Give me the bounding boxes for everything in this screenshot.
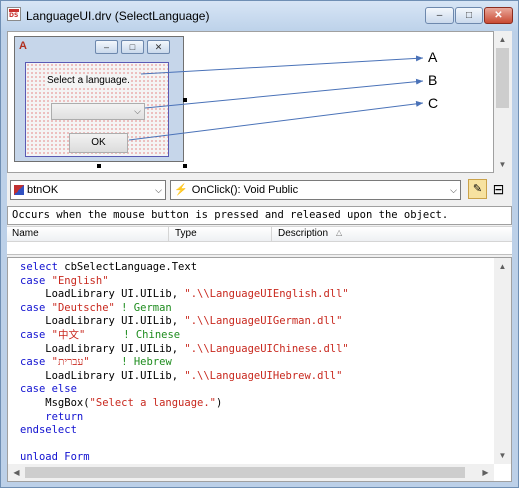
scroll-thumb[interactable] (496, 48, 509, 108)
object-icon (14, 185, 24, 195)
minimize-button[interactable]: – (425, 7, 454, 24)
scroll-up-icon[interactable]: ▲ (494, 31, 511, 48)
arrow-b (144, 78, 424, 109)
code-line: return (20, 410, 84, 423)
chevron-down-icon: ⌵ (155, 185, 162, 195)
code-line: LoadLibrary UI.UILib, ".\\LanguageUIGerm… (20, 315, 343, 328)
column-divider (168, 227, 169, 241)
designer-scrollbar[interactable]: ▲ ▼ (494, 31, 511, 173)
split-icon[interactable]: ⊟ (491, 179, 506, 199)
code-vscrollbar[interactable]: ▲ ▼ (494, 258, 511, 464)
code-line: LoadLibrary UI.UILib, ".\\LanguageUIHebr… (20, 369, 343, 382)
list-header: Name Type Description △ (7, 226, 512, 242)
client-area: A – □ ✕ Select a language. ⌵ OK A B C ▲ … (7, 31, 512, 482)
maximize-button[interactable]: □ (455, 7, 483, 24)
member-list[interactable] (7, 242, 512, 255)
column-name[interactable]: Name (12, 228, 39, 239)
properties-button[interactable]: ✎ (468, 179, 487, 199)
event-description: Occurs when the mouse button is pressed … (7, 206, 512, 225)
code-line: select cbSelectLanguage.Text (20, 261, 198, 273)
column-description[interactable]: Description (278, 228, 328, 239)
scroll-left-icon[interactable]: ◀ (8, 464, 25, 481)
code-hscrollbar[interactable]: ◀ ▶ (8, 464, 494, 481)
arrow-a (140, 55, 424, 75)
close-button[interactable]: ✕ (484, 7, 513, 24)
column-type[interactable]: Type (175, 228, 197, 239)
scroll-thumb[interactable] (25, 467, 465, 478)
scroll-down-icon[interactable]: ▼ (494, 447, 511, 464)
callout-c: C (428, 95, 439, 111)
sort-ascending-icon: △ (336, 228, 343, 237)
code-toolbar: btnOK ⌵ ⚡ OnClick(): Void Public ⌵ ✎ ⊟ (7, 175, 512, 205)
code-line: endselect (20, 424, 77, 437)
code-line: unload Form (20, 451, 90, 464)
app-icon (7, 7, 21, 21)
event-combobox[interactable]: ⚡ OnClick(): Void Public ⌵ (170, 180, 461, 200)
code-line: case else (20, 383, 77, 396)
scroll-up-icon[interactable]: ▲ (494, 258, 511, 275)
scroll-right-icon[interactable]: ▶ (477, 464, 494, 481)
code-line: case "Deutsche" ! German (20, 301, 172, 314)
code-line: MsgBox("Select a language.") (20, 396, 223, 409)
callout-arrows (128, 55, 424, 141)
code-line: LoadLibrary UI.UILib, ".\\LanguageUIChin… (20, 342, 349, 355)
object-combobox-value: btnOK (27, 184, 59, 196)
title-bar[interactable]: LanguageUI.drv (SelectLanguage) – □ ✕ (1, 1, 518, 31)
chevron-down-icon: ⌵ (450, 185, 457, 195)
code-line: case "中文" ! Chinese (20, 328, 181, 341)
code-line: LoadLibrary UI.UILib, ".\\LanguageUIEngl… (20, 288, 349, 301)
code-line: case "עברית" ! Hebrew (20, 356, 172, 369)
callout-a: A (428, 49, 438, 65)
form-designer[interactable]: A – □ ✕ Select a language. ⌵ OK A B C (7, 31, 494, 173)
arrow-c (128, 100, 424, 141)
ide-window: LanguageUI.drv (SelectLanguage) – □ ✕ A … (0, 0, 519, 488)
event-icon: ⚡ (174, 184, 188, 196)
event-combobox-value: OnClick(): Void Public (191, 184, 299, 196)
scroll-down-icon[interactable]: ▼ (494, 156, 511, 173)
callout-b: B (428, 72, 438, 88)
code-editor[interactable]: select cbSelectLanguage.Text case "Engli… (7, 257, 512, 482)
code-line: case "English" (20, 274, 109, 287)
object-combobox[interactable]: btnOK ⌵ (10, 180, 166, 200)
column-divider (271, 227, 272, 241)
window-title: LanguageUI.drv (SelectLanguage) (26, 9, 210, 23)
